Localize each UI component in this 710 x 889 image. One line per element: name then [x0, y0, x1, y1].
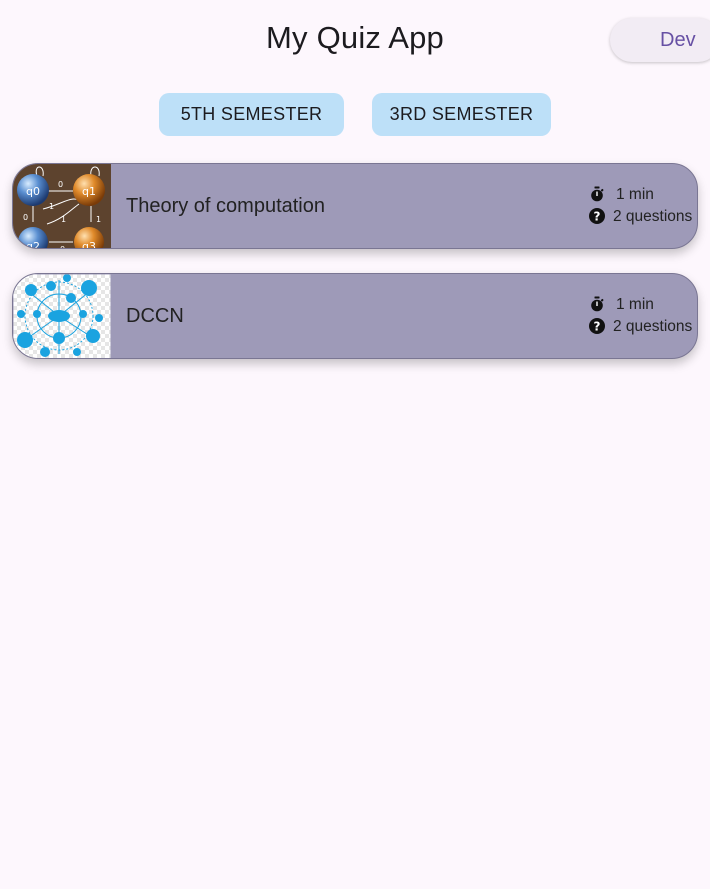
dev-button[interactable]: Dev: [610, 18, 710, 62]
state-q0-label: q0: [26, 185, 40, 198]
timer-icon: [591, 296, 604, 312]
automata-thumbnail: q0 q1 q2 q3 0 1 1 0 1 0: [13, 164, 111, 248]
quiz-questions: ? 2 questions: [589, 317, 692, 337]
questions-text: 2 questions: [613, 208, 693, 225]
edge-label-d: 0: [23, 213, 28, 222]
questions-text: 2 questions: [613, 318, 693, 335]
semester-5-button[interactable]: 5TH SEMESTER: [159, 93, 344, 136]
quiz-title: Theory of computation: [126, 195, 325, 217]
network-thumbnail: [13, 274, 111, 358]
help-circle-icon: ?: [589, 318, 605, 334]
svg-text:?: ?: [594, 319, 601, 333]
edge-label-e: 1: [96, 215, 101, 224]
quiz-title: DCCN: [126, 305, 184, 327]
state-q1-label: q1: [82, 185, 96, 198]
edge-label-a: 0: [58, 180, 63, 189]
quiz-questions: ? 2 questions: [589, 207, 692, 227]
app-title: My Quiz App: [266, 20, 444, 55]
help-circle-icon: ?: [589, 208, 605, 224]
duration-text: 1 min: [616, 186, 654, 203]
quiz-duration: 1 min: [589, 295, 654, 315]
quiz-card-dccn[interactable]: DCCN 1 min ? 2 questions: [12, 273, 698, 359]
state-q3-label: q3: [82, 240, 96, 249]
state-q2-label: q2: [26, 240, 40, 249]
quiz-duration: 1 min: [589, 185, 654, 205]
edge-label-b: 1: [49, 202, 54, 211]
svg-text:?: ?: [594, 209, 601, 223]
edge-label-f: 0: [60, 245, 65, 249]
edge-label-c: 1: [61, 215, 66, 224]
semester-3-button[interactable]: 3RD SEMESTER: [372, 93, 551, 136]
timer-icon: [591, 186, 604, 202]
quiz-card-theory-of-computation[interactable]: q0 q1 q2 q3 0 1 1 0 1 0 Theory of comput…: [12, 163, 698, 249]
duration-text: 1 min: [616, 296, 654, 313]
